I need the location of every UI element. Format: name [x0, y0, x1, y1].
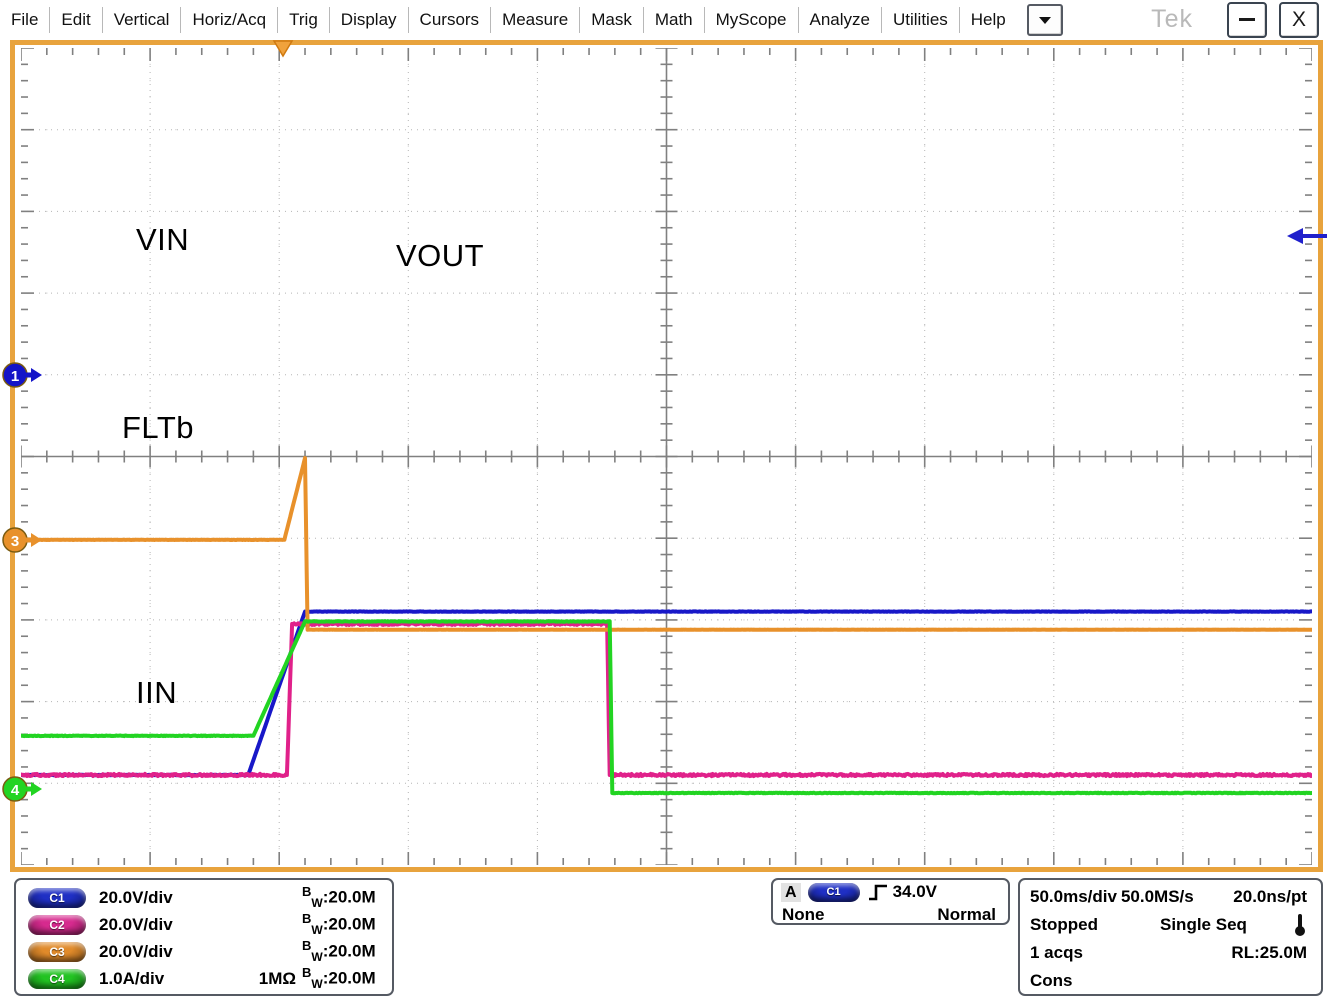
menu-help[interactable]: Help: [960, 5, 1017, 35]
trigger-source-group: A: [781, 882, 801, 902]
trigger-row-secondary: None Normal: [773, 904, 1008, 925]
channel-row: C3 20.0V/div BW:20.0M: [16, 938, 392, 965]
channel-badge-c4[interactable]: C4: [28, 968, 86, 989]
close-icon: X: [1291, 7, 1306, 31]
rising-edge-icon: [868, 883, 888, 901]
horiz-row-state: Stopped Single Seq: [1020, 911, 1321, 939]
channel-bandwidth: BW:20.0M: [302, 911, 376, 938]
horiz-row-count: 1 acqs RL:25.0M: [1020, 939, 1321, 967]
menu-myscope[interactable]: MyScope: [705, 5, 798, 35]
horizontal-acquisition-panel: 50.0ms/div 50.0MS/s 20.0ns/pt Stopped Si…: [1018, 878, 1323, 996]
waveform-label-fltb: FLTb: [122, 410, 195, 445]
trigger-level-arrow[interactable]: [1285, 224, 1329, 253]
minimize-icon: [1239, 18, 1255, 21]
trigger-level-value: 34.0V: [892, 882, 937, 901]
channel-row: C2 20.0V/div BW:20.0M: [16, 911, 392, 938]
waveform-plot-area[interactable]: [21, 48, 1312, 865]
channel-input-impedance: 1MΩ: [258, 968, 296, 988]
horiz-row-timebase: 50.0ms/div 50.0MS/s 20.0ns/pt: [1020, 883, 1321, 911]
channel-bandwidth: BW:20.0M: [302, 884, 376, 911]
trigger-readout-panel[interactable]: A C1 34.0V None Normal: [771, 878, 1010, 925]
trigger-channel-badge[interactable]: C1: [807, 882, 860, 902]
menu-analyze[interactable]: Analyze: [799, 5, 881, 35]
channel-bandwidth: BW:20.0M: [302, 965, 376, 992]
channel-rows: C1 20.0V/div BW:20.0M C2 20.0V/div BW:20.0M C3…: [16, 880, 392, 992]
center-axes: [21, 48, 1312, 865]
trigger-mode: Normal: [937, 904, 996, 924]
run-state: Stopped: [1030, 915, 1098, 934]
channel-row: C4 1.0A/div 1MΩ BW:20.0M: [16, 965, 392, 992]
time-per-division: 50.0ms/div: [1030, 887, 1117, 906]
menu-bar: File Edit Vertical Horiz/Acq Trig Display Curs…: [0, 0, 1333, 39]
channel-vertical-scale: 20.0V/div: [99, 914, 173, 934]
menu-vertical[interactable]: Vertical: [103, 5, 181, 35]
window-controls: Tek X: [1151, 1, 1333, 38]
menu-trig[interactable]: Trig: [278, 5, 329, 35]
menu-mask[interactable]: Mask: [580, 5, 643, 35]
trigger-coupling: None: [782, 904, 825, 924]
sample-rate: 50.0MS/s: [1120, 887, 1194, 906]
close-button[interactable]: X: [1279, 1, 1319, 38]
channel-readout-panel: C1 20.0V/div BW:20.0M C2 20.0V/div BW:20.0M C3…: [14, 878, 394, 996]
channel-row: C1 20.0V/div BW:20.0M: [16, 884, 392, 911]
menu-file[interactable]: File: [0, 5, 49, 35]
record-length: RL:25.0M: [1231, 943, 1307, 962]
menu-display[interactable]: Display: [330, 5, 408, 35]
trigger-position-marker[interactable]: [272, 40, 294, 63]
graticule-and-waveforms: [21, 48, 1312, 865]
channel-vertical-scale: 20.0V/div: [99, 887, 173, 907]
sample-resolution: 20.0ns/pt: [1233, 887, 1307, 906]
minimize-button[interactable]: [1227, 1, 1267, 38]
menu-cursors[interactable]: Cursors: [409, 5, 491, 35]
channel-vertical-scale: 20.0V/div: [99, 941, 173, 961]
channel-bandwidth: BW:20.0M: [302, 938, 376, 965]
channel-vertical-scale: 1.0A/div: [99, 968, 165, 988]
menu-horiz-acq[interactable]: Horiz/Acq: [181, 5, 277, 35]
waveform-label-vout: VOUT: [396, 238, 485, 273]
menu-utilities[interactable]: Utilities: [882, 5, 959, 35]
acquisition-count: 1 acqs: [1030, 943, 1083, 962]
trigger-row-primary: A C1 34.0V: [773, 880, 1008, 904]
menu-math[interactable]: Math: [644, 5, 704, 35]
menu-edit[interactable]: Edit: [50, 5, 101, 35]
waveform-label-iin: IIN: [136, 675, 178, 710]
menu-overflow-button[interactable]: [1026, 3, 1063, 36]
menu-items: File Edit Vertical Horiz/Acq Trig Display Curs…: [0, 5, 1017, 35]
horiz-row-extra: Cons: [1020, 967, 1321, 995]
acquisition-mode: Single Seq: [1160, 915, 1247, 934]
acquisition-thermometer-icon: [1293, 912, 1307, 938]
acquisition-extra-state: Cons: [1030, 971, 1073, 990]
channel-badge-c3[interactable]: C3: [28, 941, 86, 962]
tek-brand-logo: Tek: [1151, 5, 1193, 33]
chevron-down-icon: [1038, 15, 1052, 25]
waveform-label-vin: VIN: [136, 222, 190, 257]
channel-badge-c2[interactable]: C2: [28, 914, 86, 935]
channel-badge-c1[interactable]: C1: [28, 887, 86, 908]
menu-measure[interactable]: Measure: [491, 5, 579, 35]
